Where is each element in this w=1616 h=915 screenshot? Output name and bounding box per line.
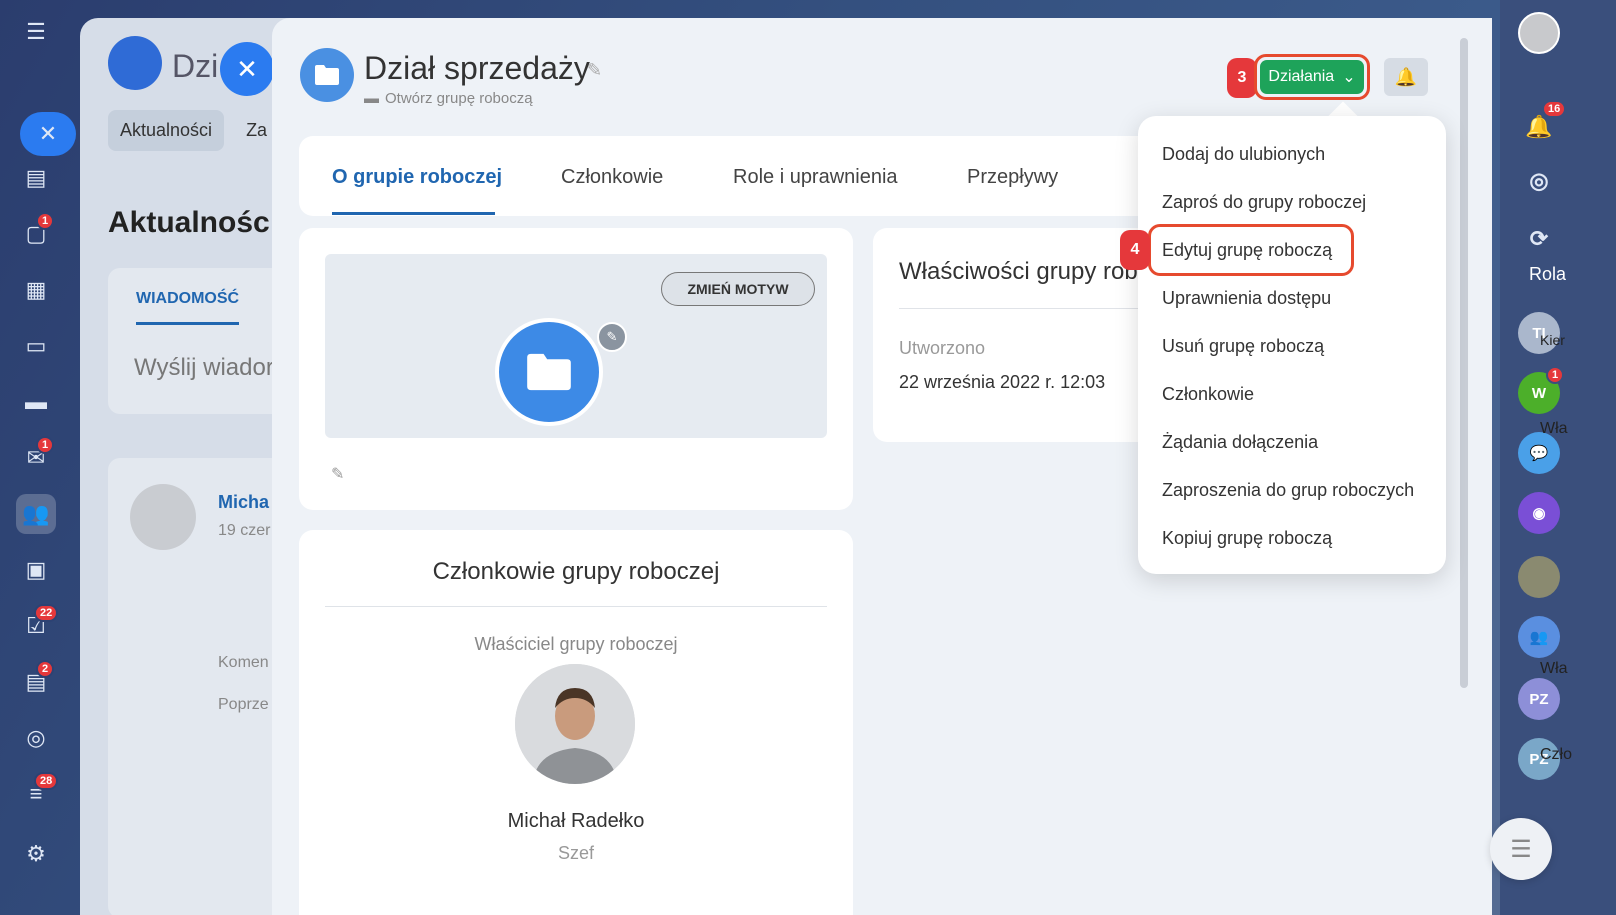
crm-badge: 2 bbox=[36, 660, 55, 678]
documents-icon[interactable]: ▭ bbox=[16, 326, 56, 366]
menu-item-invitations[interactable]: Zaproszenia do grup roboczych bbox=[1162, 480, 1414, 501]
step-4-marker: 4 bbox=[1120, 230, 1150, 270]
menu-item-members[interactable]: Członkowie bbox=[1162, 384, 1254, 405]
notifications-badge: 16 bbox=[1542, 100, 1567, 118]
owner-name[interactable]: Michał Radełko bbox=[299, 810, 853, 833]
bg-heading: Aktualnośc bbox=[108, 206, 270, 239]
target-icon[interactable]: ◎ bbox=[16, 718, 56, 758]
tab-about[interactable]: O grupie roboczej bbox=[332, 166, 502, 189]
contact-w-badge: 1 bbox=[1546, 366, 1565, 384]
owner-label: Właściciel grupy roboczej bbox=[474, 634, 678, 654]
page-title: Dział sprzedaży bbox=[364, 50, 590, 86]
chat-menu-button[interactable]: ☰ bbox=[1490, 818, 1552, 880]
bg-post-date: 19 czer bbox=[218, 522, 271, 539]
rail-wla-label: Wła bbox=[1540, 420, 1568, 437]
created-label: Utworzono bbox=[899, 338, 986, 358]
menu-icon[interactable]: ☰ bbox=[16, 12, 56, 52]
left-nav: ☰ ✕ ▤ ▢ 1 ▦ ▭ ▬ ✉ 1 👥 ▣ ☑ 22 ▤ 2 ◎ ≡ 28 … bbox=[0, 0, 76, 915]
follow-bell-button[interactable]: 🔔 bbox=[1384, 58, 1428, 96]
menu-item-add-favorites[interactable]: Dodaj do ulubionych bbox=[1162, 144, 1325, 165]
close-slider-icon[interactable]: ✕ bbox=[20, 112, 76, 156]
actions-button[interactable]: Działania ⌄ bbox=[1254, 54, 1370, 100]
active-tab-underline bbox=[332, 212, 495, 215]
tasks-badge: 22 bbox=[34, 604, 59, 622]
support-icon[interactable]: ⟳ bbox=[1518, 218, 1560, 260]
rail-kier-label: Kier bbox=[1540, 332, 1565, 348]
calendar-icon[interactable]: ▦ bbox=[16, 270, 56, 310]
drive-icon[interactable]: ▬ bbox=[16, 382, 56, 422]
mail-badge: 1 bbox=[36, 436, 55, 454]
menu-item-delete-workgroup[interactable]: Usuń grupę roboczą bbox=[1162, 336, 1324, 357]
tab-flows[interactable]: Przepływy bbox=[967, 166, 1058, 189]
divider bbox=[325, 606, 827, 607]
actions-label: Działania bbox=[1268, 68, 1335, 85]
bg-folder-icon bbox=[108, 36, 162, 90]
change-theme-button[interactable]: ZMIEŃ MOTYW bbox=[661, 272, 815, 306]
scrollbar[interactable] bbox=[1460, 38, 1468, 688]
avatar-edit-icon[interactable]: ✎ bbox=[597, 322, 627, 352]
menu-item-copy-workgroup[interactable]: Kopiuj grupę roboczą bbox=[1162, 528, 1332, 549]
properties-title: Właściwości grupy rob bbox=[899, 258, 1138, 285]
folder-icon bbox=[300, 48, 354, 102]
menu-item-join-requests[interactable]: Żądania dołączenia bbox=[1162, 432, 1318, 453]
activity-icon[interactable]: ◎ bbox=[1518, 160, 1560, 202]
rola-label: Rola bbox=[1529, 264, 1567, 284]
projects-icon[interactable]: ▣ bbox=[16, 550, 56, 590]
menu-item-invite[interactable]: Zaproś do grupy roboczej bbox=[1162, 192, 1366, 213]
theme-card: ZMIEŃ MOTYW ✎ ✎ bbox=[299, 228, 853, 510]
workgroups-icon[interactable]: 👥 bbox=[16, 494, 56, 534]
bg-post-author[interactable]: Micha bbox=[218, 492, 269, 513]
copilot-icon[interactable]: ◉ bbox=[1518, 492, 1560, 534]
members-card: Członkowie grupy roboczej Właściciel gru… bbox=[299, 530, 853, 915]
list-icon: ☰ bbox=[1510, 835, 1532, 863]
small-folder-icon: ▬ bbox=[364, 90, 379, 107]
title-edit-icon[interactable]: ✎ bbox=[587, 60, 602, 81]
bg-post-avatar bbox=[130, 484, 196, 550]
bg-prev-link[interactable]: Poprze bbox=[218, 696, 269, 714]
created-value: 22 września 2022 r. 12:03 bbox=[899, 372, 1106, 392]
divider bbox=[899, 308, 1159, 309]
tabs-bar: O grupie roboczej Członkowie Role i upra… bbox=[299, 136, 1179, 216]
tab-members[interactable]: Członkowie bbox=[561, 166, 663, 189]
user-avatar[interactable] bbox=[1518, 12, 1560, 54]
menu-item-access-permissions[interactable]: Uprawnienia dostępu bbox=[1162, 288, 1331, 309]
chat-bubble-icon[interactable]: 💬 bbox=[1518, 432, 1560, 474]
group-avatar[interactable] bbox=[495, 318, 603, 426]
bg-tab-aktualnosci[interactable]: Aktualności bbox=[108, 110, 225, 151]
owner-avatar[interactable] bbox=[515, 664, 635, 784]
open-workgroup-link[interactable]: ▬ Otwórz grupę roboczą bbox=[364, 90, 533, 107]
step-3-marker: 3 bbox=[1227, 58, 1257, 98]
bg-message-placeholder[interactable]: Wyślij wiador bbox=[134, 354, 274, 382]
feed-icon[interactable]: ▤ bbox=[16, 158, 56, 198]
tab-roles[interactable]: Role i uprawnienia bbox=[733, 166, 898, 189]
filter-badge: 28 bbox=[34, 772, 59, 790]
rail-czlo-label: Czło bbox=[1540, 746, 1573, 763]
card-edit-icon[interactable]: ✎ bbox=[331, 464, 344, 484]
subtitle-text: Otwórz grupę roboczą bbox=[385, 90, 533, 107]
right-rail: 🔔 16 ◎ ⟳ Rola TI W 1 💬 ◉ 👥 PZ PZ Kier Wł… bbox=[1500, 0, 1616, 915]
members-title: Członkowie grupy roboczej bbox=[432, 558, 720, 585]
group-icon[interactable]: 👥 bbox=[1518, 616, 1560, 658]
bg-message-tab[interactable]: WIADOMOŚĆ bbox=[136, 290, 240, 325]
rail-wla-label-2: Wła bbox=[1540, 660, 1568, 677]
bg-comment-link[interactable]: Komen bbox=[218, 654, 269, 672]
owner-role: Szef bbox=[557, 843, 595, 863]
menu-item-edit-workgroup[interactable]: Edytuj grupę roboczą bbox=[1162, 240, 1332, 261]
close-button[interactable]: ✕ bbox=[220, 42, 274, 96]
bg-title: Dzi bbox=[172, 48, 219, 84]
settings-icon[interactable]: ⚙ bbox=[16, 834, 56, 874]
chat-badge: 1 bbox=[36, 212, 55, 230]
contact-pz-1[interactable]: PZ bbox=[1518, 678, 1560, 720]
bell-icon: 🔔 bbox=[1394, 66, 1418, 87]
actions-dropdown: Dodaj do ulubionych Zaproś do grupy robo… bbox=[1138, 116, 1446, 574]
contact-photo[interactable] bbox=[1518, 556, 1560, 598]
chevron-down-icon: ⌄ bbox=[1342, 69, 1356, 86]
